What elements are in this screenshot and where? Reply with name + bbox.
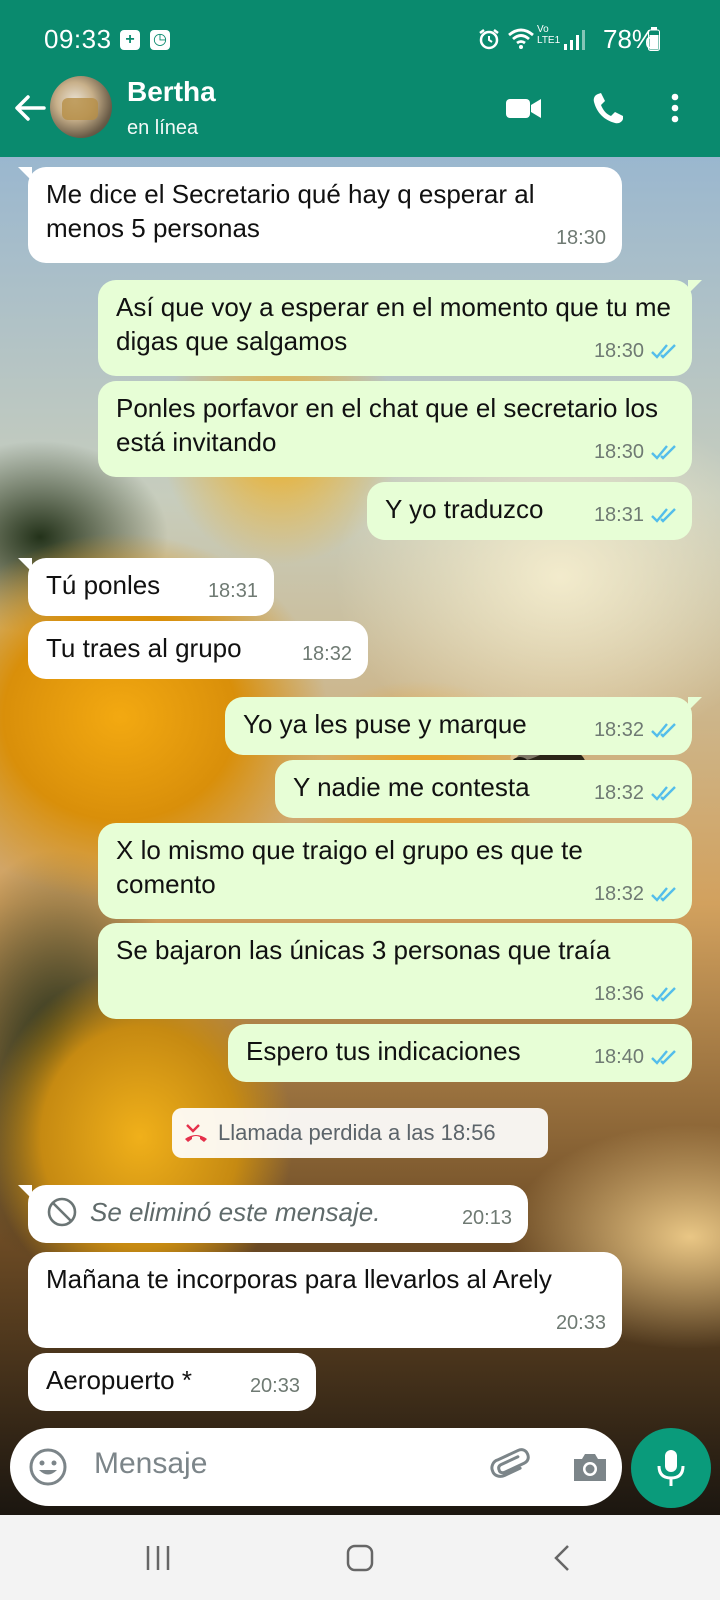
double-check-icon bbox=[651, 987, 676, 1002]
message-text: Mañana te incorporas para llevarlos al A… bbox=[46, 1264, 552, 1294]
network-type: Vo LTE1 bbox=[537, 24, 561, 46]
double-check-icon bbox=[651, 786, 676, 801]
double-check-icon bbox=[651, 344, 676, 359]
more-vert-icon[interactable] bbox=[668, 88, 682, 128]
mic-icon bbox=[657, 1450, 685, 1486]
message-outgoing[interactable]: Espero tus indicaciones 18:40 bbox=[228, 1024, 692, 1082]
double-check-icon bbox=[651, 1050, 676, 1065]
message-time: 18:32 bbox=[301, 643, 352, 665]
message-meta: 20:33 bbox=[556, 1306, 606, 1340]
message-incoming[interactable]: Aeropuerto * 20:33 bbox=[28, 1353, 316, 1411]
message-text: Se eliminó este mensaje. bbox=[46, 1195, 510, 1229]
message-meta: 18:32 bbox=[594, 776, 678, 810]
message-meta: 18:36 bbox=[594, 977, 678, 1011]
voice-message-button[interactable] bbox=[631, 1428, 711, 1508]
message-time: 18:36 bbox=[593, 983, 644, 1005]
deleted-message-text: Se eliminó este mensaje. bbox=[90, 1197, 381, 1227]
message-meta: 18:31 bbox=[208, 574, 258, 608]
video-call-icon[interactable] bbox=[505, 88, 543, 128]
message-input[interactable]: Mensaje bbox=[94, 1447, 207, 1481]
status-bar: 09:33 + ◷ Vo LTE1 78% bbox=[0, 0, 720, 78]
back-arrow-icon[interactable] bbox=[10, 88, 50, 128]
message-outgoing[interactable]: Y yo traduzco 18:31 bbox=[367, 482, 692, 540]
message-meta: 18:40 bbox=[594, 1040, 678, 1074]
message-outgoing[interactable]: Ponles porfavor en el chat que el secret… bbox=[98, 381, 692, 477]
message-text: X lo mismo que traigo el grupo es que te… bbox=[116, 835, 583, 899]
battery-icon bbox=[648, 27, 660, 51]
message-meta: 18:32 bbox=[594, 877, 678, 911]
message-deleted[interactable]: Se eliminó este mensaje. 20:13 bbox=[18, 1185, 528, 1243]
message-time: 18:32 bbox=[593, 719, 644, 741]
message-time: 18:31 bbox=[593, 504, 644, 526]
message-time: 18:31 bbox=[207, 580, 258, 602]
signal-icon bbox=[564, 30, 585, 50]
missed-call-icon bbox=[185, 1124, 207, 1142]
message-time: 20:33 bbox=[249, 1375, 300, 1397]
double-check-icon bbox=[651, 508, 676, 523]
message-meta: 18:30 bbox=[594, 334, 678, 368]
message-meta: 18:30 bbox=[556, 221, 606, 255]
camera-icon[interactable] bbox=[570, 1447, 610, 1487]
message-outgoing[interactable]: Y nadie me contesta 18:32 bbox=[275, 760, 692, 818]
attach-icon[interactable] bbox=[490, 1445, 532, 1489]
message-time: 18:40 bbox=[593, 1046, 644, 1068]
back-nav-icon[interactable] bbox=[548, 1543, 578, 1573]
message-meta: 18:30 bbox=[594, 435, 678, 469]
message-meta: 18:32 bbox=[302, 637, 352, 671]
notification-plus-icon: + bbox=[120, 30, 140, 50]
message-meta: 20:33 bbox=[250, 1369, 300, 1403]
message-time: 20:33 bbox=[555, 1312, 606, 1334]
message-outgoing[interactable]: Así que voy a esperar en el momento que … bbox=[98, 280, 702, 376]
contact-status: en línea bbox=[127, 117, 199, 139]
alarm-icon bbox=[479, 29, 499, 50]
message-meta: 18:32 bbox=[594, 713, 678, 747]
message-meta: 20:13 bbox=[462, 1201, 512, 1235]
status-time: 09:33 bbox=[44, 24, 112, 54]
contact-avatar[interactable] bbox=[50, 76, 112, 138]
double-check-icon bbox=[651, 445, 676, 460]
recent-apps-icon[interactable] bbox=[143, 1543, 173, 1573]
double-check-icon bbox=[651, 723, 676, 738]
system-nav-bar bbox=[0, 1515, 720, 1600]
home-icon[interactable] bbox=[345, 1543, 375, 1573]
message-incoming[interactable]: Tu traes al grupo 18:32 bbox=[28, 621, 368, 679]
message-time: 18:32 bbox=[593, 883, 644, 905]
missed-call-notice[interactable]: Llamada perdida a las 18:56 bbox=[172, 1108, 548, 1158]
message-outgoing[interactable]: Se bajaron las únicas 3 personas que tra… bbox=[98, 923, 692, 1019]
message-time: 18:30 bbox=[593, 340, 644, 362]
phone-icon[interactable] bbox=[590, 88, 626, 128]
message-composer[interactable]: Mensaje bbox=[10, 1428, 622, 1506]
emoji-icon[interactable] bbox=[28, 1447, 68, 1487]
wifi-icon bbox=[508, 28, 534, 49]
message-time: 20:13 bbox=[461, 1207, 512, 1229]
double-check-icon bbox=[651, 887, 676, 902]
app-header: 09:33 + ◷ Vo LTE1 78% Bertha en línea bbox=[0, 0, 720, 157]
message-outgoing[interactable]: Yo ya les puse y marque 18:32 bbox=[225, 697, 702, 755]
message-time: 18:30 bbox=[555, 227, 606, 249]
message-text: Me dice el Secretario qué hay q esperar … bbox=[46, 179, 535, 243]
contact-name[interactable]: Bertha bbox=[127, 76, 216, 108]
message-text: Ponles porfavor en el chat que el secret… bbox=[116, 393, 658, 457]
message-outgoing[interactable]: X lo mismo que traigo el grupo es que te… bbox=[98, 823, 692, 919]
message-text: Se bajaron las únicas 3 personas que tra… bbox=[116, 935, 611, 965]
message-text: Así que voy a esperar en el momento que … bbox=[116, 292, 671, 356]
message-incoming[interactable]: Tú ponles 18:31 bbox=[18, 558, 274, 616]
message-time: 18:32 bbox=[593, 782, 644, 804]
missed-call-text: Llamada perdida a las 18:56 bbox=[218, 1120, 496, 1145]
message-meta: 18:31 bbox=[594, 498, 678, 532]
message-incoming[interactable]: Mañana te incorporas para llevarlos al A… bbox=[28, 1252, 622, 1348]
notification-clock-icon: ◷ bbox=[150, 30, 170, 50]
message-incoming[interactable]: Me dice el Secretario qué hay q esperar … bbox=[18, 167, 622, 263]
message-time: 18:30 bbox=[593, 441, 644, 463]
blocked-icon bbox=[47, 1197, 77, 1227]
